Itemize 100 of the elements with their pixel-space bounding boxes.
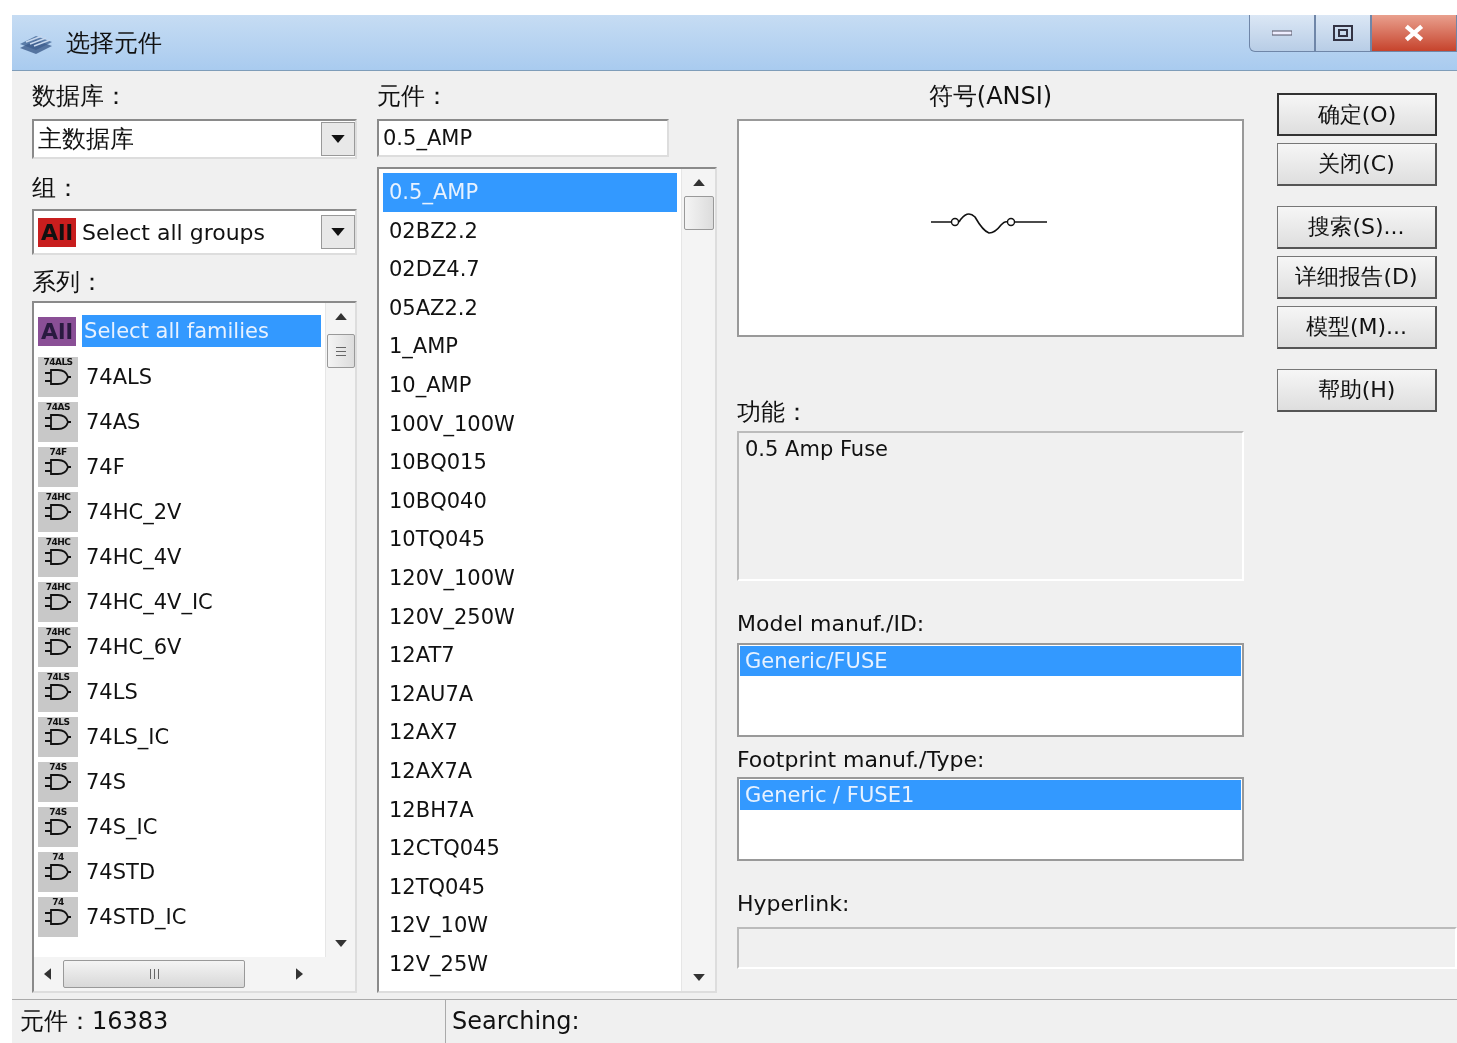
- component-item[interactable]: 10BQ015: [383, 443, 677, 482]
- icon-label: 74LS: [46, 671, 70, 683]
- gate-icon: [44, 772, 72, 791]
- icon-label: 74S: [49, 806, 67, 818]
- gate-icon: [44, 367, 72, 386]
- component-item[interactable]: 100V_100W: [383, 404, 677, 444]
- scroll-thumb[interactable]: [326, 334, 355, 368]
- minimize-icon: [1272, 30, 1292, 36]
- gate-icon: [44, 862, 72, 881]
- icon-label: 74HC: [45, 536, 71, 548]
- component-item[interactable]: 10TQ045: [383, 520, 677, 559]
- icon-label: 74: [52, 896, 64, 908]
- gate-icon: [44, 502, 72, 521]
- all-badge: All: [38, 316, 77, 346]
- maximize-icon: [1333, 25, 1353, 41]
- all-badge: All: [38, 217, 77, 247]
- family-item[interactable]: 74AS: [84, 405, 321, 438]
- component-item[interactable]: 120V_250W: [383, 597, 677, 637]
- family-item[interactable]: 74STD: [84, 855, 321, 888]
- family-item[interactable]: 74LS_IC: [84, 720, 321, 753]
- icon-label: 74LS: [46, 716, 70, 728]
- dropdown-button[interactable]: [321, 122, 355, 156]
- family-item[interactable]: 74HC_4V: [84, 540, 321, 573]
- family-label: 系列：: [32, 267, 105, 298]
- component-search-field[interactable]: 0.5_AMP: [377, 119, 669, 157]
- scroll-thumb[interactable]: [683, 196, 714, 230]
- component-count: 元件：16383: [12, 1000, 446, 1043]
- family-item[interactable]: 74S: [84, 765, 321, 798]
- group-value: Select all groups: [82, 219, 266, 245]
- gate-icon: [44, 457, 72, 476]
- function-field: 0.5 Amp Fuse: [737, 431, 1244, 581]
- scrollbar[interactable]: [325, 303, 355, 957]
- scroll-thumb[interactable]: [63, 960, 245, 988]
- gate-icon: [44, 817, 72, 836]
- horizontal-scrollbar[interactable]: [34, 957, 355, 991]
- component-item[interactable]: 1_AMP: [383, 327, 677, 366]
- component-label: 元件：: [377, 81, 450, 112]
- gate-icon: [44, 412, 72, 431]
- icon-label: 74ALS: [43, 356, 73, 368]
- database-dropdown[interactable]: 主数据库: [32, 119, 357, 159]
- family-item[interactable]: 74F: [84, 450, 321, 483]
- icon-label: 74HC: [45, 626, 71, 638]
- dialog-button[interactable]: 确定(O): [1277, 93, 1437, 136]
- search-status: Searching:: [451, 1006, 580, 1037]
- gate-icon: [44, 907, 72, 926]
- component-item[interactable]: 05AZ2.2: [383, 288, 677, 328]
- component-item[interactable]: 12CTQ045: [383, 829, 677, 868]
- family-item[interactable]: 74LS: [84, 675, 321, 708]
- scroll-up-icon[interactable]: [692, 179, 705, 186]
- component-item[interactable]: 02DZ4.7: [383, 250, 677, 289]
- family-item[interactable]: 74ALS: [84, 360, 321, 393]
- component-item[interactable]: 12TQ045: [383, 867, 677, 907]
- caret-icon: [331, 228, 345, 236]
- component-item[interactable]: 12V_25W: [383, 944, 677, 984]
- scroll-right-icon[interactable]: [296, 968, 303, 980]
- scroll-up-icon[interactable]: [334, 313, 347, 320]
- component-item[interactable]: 12V_10W: [383, 906, 677, 945]
- caret-icon: [331, 135, 345, 143]
- component-item[interactable]: 120V_100W: [383, 558, 677, 598]
- hyperlink-label: Hyperlink:: [737, 890, 851, 918]
- component-item[interactable]: 12AX7: [383, 713, 677, 752]
- component-item[interactable]: 10BQ040: [383, 481, 677, 521]
- group-dropdown[interactable]: All Select all groups: [32, 209, 357, 255]
- scrollbar[interactable]: [681, 169, 715, 991]
- family-item[interactable]: 74HC_4V_IC: [84, 585, 321, 618]
- maximize-button[interactable]: [1315, 15, 1371, 52]
- component-item[interactable]: 12AT7: [383, 636, 677, 675]
- dialog-button[interactable]: 搜索(S)...: [1277, 206, 1437, 249]
- icon-label: 74: [52, 851, 64, 863]
- database-label: 数据库：: [32, 81, 129, 112]
- dialog-button[interactable]: 模型(M)...: [1277, 306, 1437, 349]
- scroll-down-icon[interactable]: [692, 974, 705, 981]
- family-item[interactable]: 74HC_2V: [84, 495, 321, 528]
- icon-label: 74F: [49, 446, 67, 458]
- icon-label: 74HC: [45, 491, 71, 503]
- hyperlink-field[interactable]: [737, 927, 1457, 969]
- component-item[interactable]: 02BZ2.2: [383, 211, 677, 251]
- close-icon: [1403, 24, 1425, 42]
- scroll-down-icon[interactable]: [334, 940, 347, 947]
- icon-label: 74AS: [46, 401, 70, 413]
- dialog-button[interactable]: 关闭(C): [1277, 143, 1437, 186]
- component-item[interactable]: 10_AMP: [383, 365, 677, 405]
- component-item[interactable]: 12AU7A: [383, 674, 677, 714]
- family-item[interactable]: 74STD_IC: [84, 900, 321, 933]
- gate-icon: [44, 592, 72, 611]
- family-item[interactable]: 74S_IC: [84, 810, 321, 843]
- footprint-label: Footprint manuf./Type:: [737, 746, 986, 774]
- gate-icon: [44, 547, 72, 566]
- dialog-button[interactable]: 帮助(H): [1277, 369, 1437, 412]
- scroll-left-icon[interactable]: [44, 968, 51, 980]
- close-button[interactable]: [1371, 15, 1457, 52]
- icon-label: 74S: [49, 761, 67, 773]
- component-item[interactable]: 12AX7A: [383, 751, 677, 791]
- gate-icon: [44, 727, 72, 746]
- family-item[interactable]: 74HC_6V: [84, 630, 321, 663]
- dropdown-button[interactable]: [321, 215, 355, 249]
- dialog-button[interactable]: 详细报告(D): [1277, 256, 1437, 299]
- group-label: 组：: [32, 173, 81, 204]
- symbol-label: 符号(ANSI): [927, 81, 1054, 112]
- component-item[interactable]: 12BH7A: [383, 790, 677, 830]
